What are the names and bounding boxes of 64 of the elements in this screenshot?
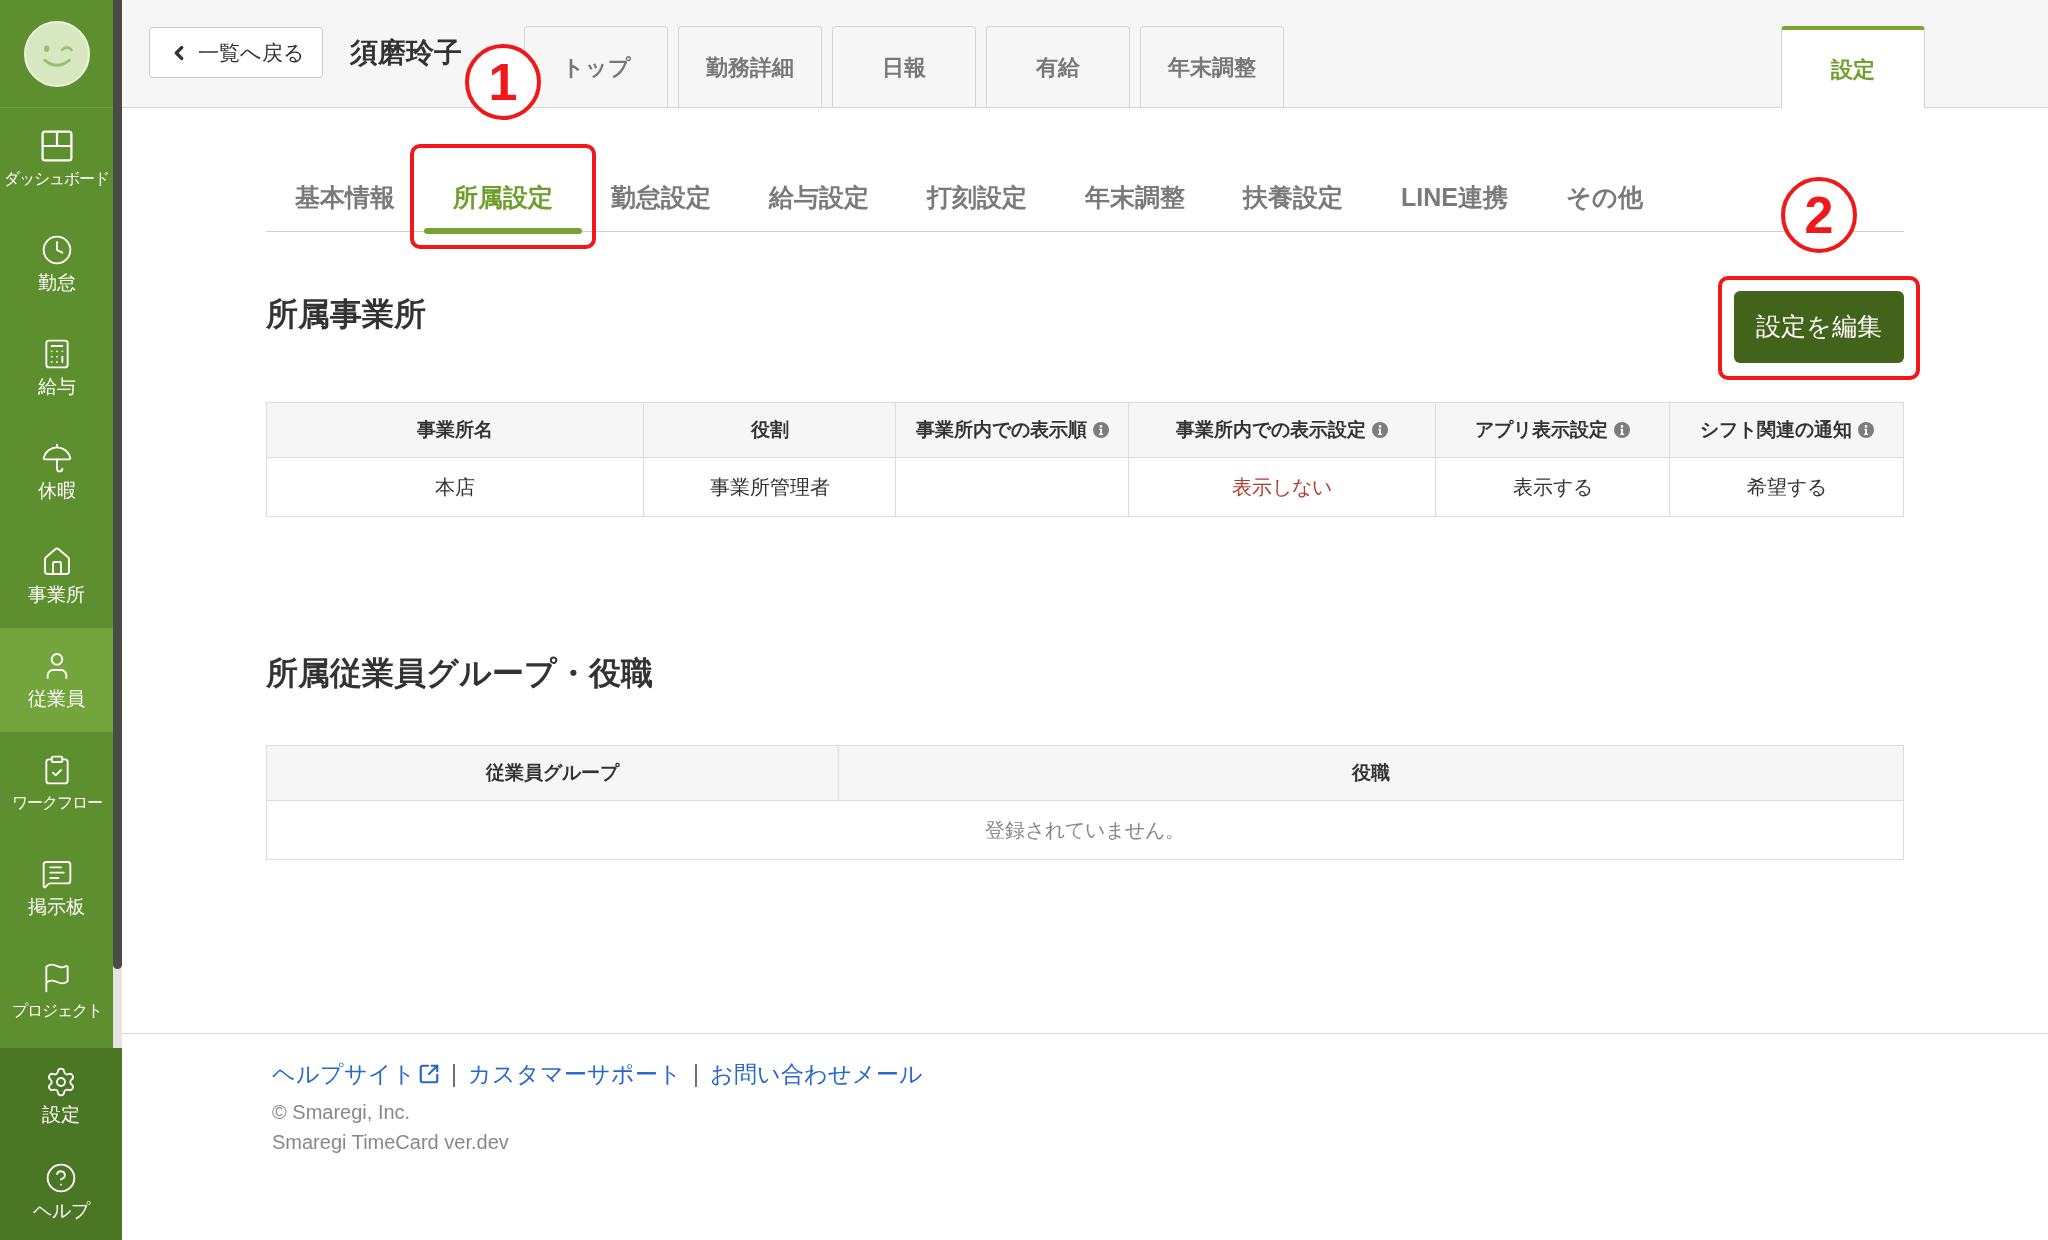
edit-button[interactable]: 設定を編集	[1734, 291, 1904, 363]
sub-tab[interactable]: 所属設定	[424, 160, 582, 234]
layout-grid-icon	[40, 130, 73, 162]
table-cell: 事業所管理者	[644, 458, 896, 517]
empty-message: 登録されていません。	[267, 801, 1904, 860]
back-button[interactable]: 一覧へ戻る	[149, 27, 323, 78]
sub-tab[interactable]: LINE連携	[1372, 160, 1537, 234]
tab[interactable]: 有給	[986, 26, 1130, 107]
tab[interactable]: 日報	[832, 26, 976, 107]
umbrella-icon	[40, 442, 73, 474]
link-separator: |	[693, 1060, 699, 1089]
sidebar-item[interactable]: 従業員	[0, 628, 113, 732]
sub-tab[interactable]: 給与設定	[740, 160, 898, 234]
table-cell: 表示する	[1436, 458, 1670, 517]
column-label: 従業員グループ	[486, 760, 619, 785]
tab[interactable]: 年末調整	[1140, 26, 1284, 107]
sidebar-item[interactable]: 休暇	[0, 420, 113, 524]
tab[interactable]: 勤務詳細	[678, 26, 822, 107]
info-icon[interactable]	[1372, 422, 1388, 438]
link-separator: |	[451, 1060, 457, 1089]
section-title: 所属従業員グループ・役職	[266, 655, 653, 691]
column-label: 役職	[1352, 760, 1390, 785]
footer-link[interactable]: お問い合わせメール	[709, 1058, 923, 1090]
info-icon[interactable]	[1092, 422, 1109, 438]
sidebar-item[interactable]: ワークフロー	[0, 732, 113, 836]
sidebar-item[interactable]: 事業所	[0, 524, 113, 628]
column-label: シフト関連の通知	[1699, 417, 1852, 442]
settings-icon	[45, 1066, 77, 1098]
smiley-avatar-icon	[23, 20, 90, 87]
sidebar-item[interactable]: 設定	[0, 1048, 122, 1144]
footer-link[interactable]: カスタマーサポート	[468, 1058, 682, 1090]
table-cell: 本店	[267, 458, 644, 517]
sub-tab[interactable]: 扶養設定	[1214, 160, 1372, 234]
info-icon[interactable]	[1614, 422, 1630, 438]
sidebar-item[interactable]: ヘルプ	[0, 1144, 122, 1240]
column-label: 事業所内での表示順	[915, 417, 1087, 442]
section-title: 所属事業所	[266, 296, 426, 332]
version-text: Smaregi TimeCard ver.dev	[272, 1130, 509, 1155]
sub-tab[interactable]: 年末調整	[1056, 160, 1214, 234]
sub-tab[interactable]: 勤怠設定	[582, 160, 740, 234]
callout-number: 2	[1781, 177, 1857, 253]
sidebar-item[interactable]: 勤怠	[0, 212, 113, 316]
sidebar-item[interactable]: 掲示板	[0, 836, 113, 940]
message-icon	[40, 858, 73, 890]
column-label: 事業所内での表示設定	[1176, 417, 1366, 442]
sidebar-item[interactable]: プロジェクト	[0, 940, 113, 1044]
table-cell: 表示しない	[1129, 458, 1436, 517]
tab[interactable]: 設定	[1781, 26, 1925, 108]
copyright-text: © Smaregi, Inc.	[272, 1100, 411, 1125]
sidebar-item[interactable]: 給与	[0, 316, 113, 420]
column-label: アプリ表示設定	[1475, 417, 1608, 442]
sidebar-item[interactable]: ダッシュボード	[0, 108, 113, 212]
sub-tab[interactable]: その他	[1536, 160, 1672, 234]
sub-tab[interactable]: 基本情報	[266, 160, 424, 234]
tab[interactable]: トップ	[524, 26, 668, 107]
sub-tab[interactable]: 打刻設定	[898, 160, 1056, 234]
clock-icon	[40, 234, 73, 266]
table-cell: 希望する	[1670, 458, 1904, 517]
footer-link[interactable]: ヘルプサイト	[272, 1058, 440, 1090]
column-label: 事業所名	[417, 417, 493, 442]
employee-name: 須磨玲子	[350, 35, 462, 70]
column-label: 役割	[750, 417, 789, 442]
info-icon[interactable]	[1857, 422, 1874, 438]
help-icon	[45, 1162, 77, 1194]
